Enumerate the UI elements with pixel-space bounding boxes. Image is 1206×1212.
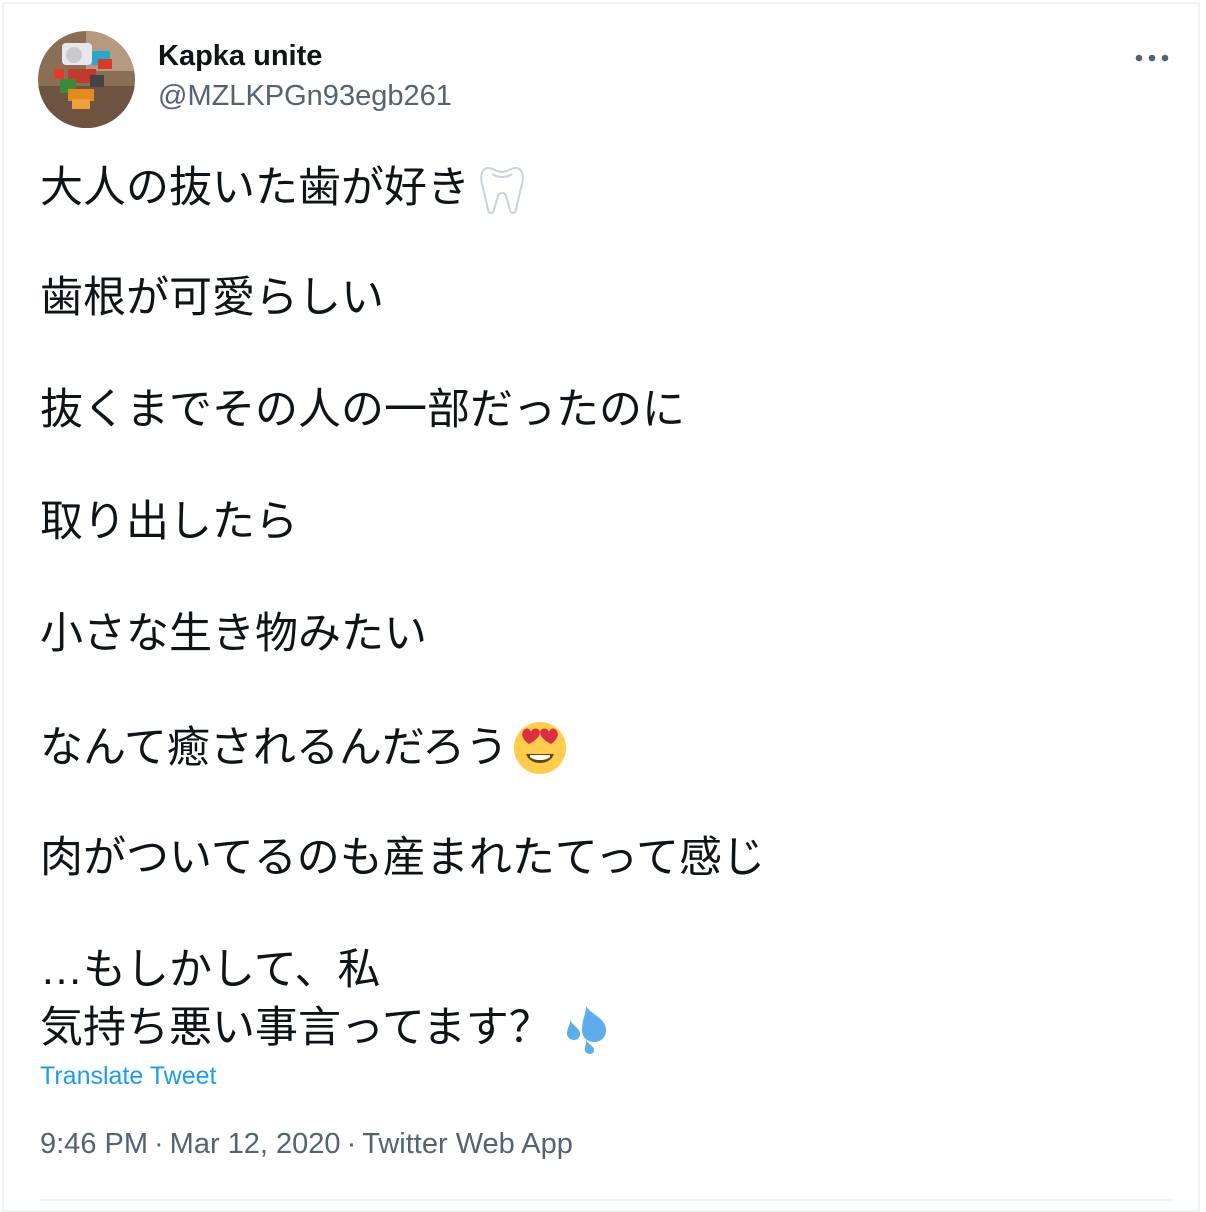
author-handle[interactable]: @MZLKPGn93egb261 bbox=[158, 80, 452, 113]
tweet-line-text: …もしかして、私 bbox=[40, 946, 381, 994]
more-options-button[interactable] bbox=[1130, 40, 1174, 76]
tweet-line: 抜くまでその人の一部だったのに bbox=[40, 384, 685, 436]
divider bbox=[40, 1199, 1172, 1201]
tweet-line: 大人の抜いた歯が好き bbox=[40, 160, 530, 216]
tweet-card: Kapka unite @MZLKPGn93egb261 大人の抜いた歯が好き … bbox=[2, 2, 1200, 1212]
tweet-line-text: 大人の抜いた歯が好き bbox=[40, 164, 470, 212]
tweet-line-text: 抜くまでその人の一部だったのに bbox=[40, 386, 685, 434]
tweet-line: なんて癒されるんだろう bbox=[40, 720, 568, 776]
tweet-line: 歯根が可愛らしい bbox=[40, 272, 384, 324]
tweet-line-text: なんて癒されるんだろう bbox=[40, 724, 509, 772]
tweet-line: 取り出したら bbox=[40, 496, 298, 548]
tweet-line: 気持ち悪い事言ってます？ bbox=[40, 1000, 612, 1056]
tweet-line: …もしかして、私 bbox=[40, 944, 381, 996]
tweet-metadata: 9:46 PM · Mar 12, 2020 · Twitter Web App bbox=[40, 1128, 573, 1161]
tweet-line: 小さな生き物みたい bbox=[40, 608, 427, 660]
tweet-line: 肉がついてるのも産まれたてって感じ bbox=[40, 832, 765, 884]
avatar-image bbox=[38, 31, 135, 128]
heart-eyes-emoji bbox=[514, 722, 567, 774]
more-options-icon bbox=[1135, 54, 1169, 62]
tweet-time: 9:46 PM bbox=[40, 1128, 148, 1160]
tweet-timestamp[interactable]: 9:46 PM · Mar 12, 2020 bbox=[40, 1128, 341, 1160]
tweet-date: Mar 12, 2020 bbox=[169, 1128, 341, 1160]
tweet-line-text: 取り出したら bbox=[40, 498, 298, 546]
tweet-line-text: 気持ち悪い事言ってます？ bbox=[40, 1004, 552, 1052]
tweet-line-text: 歯根が可愛らしい bbox=[40, 274, 384, 322]
tweet-line-text: 肉がついてるのも産まれたてって感じ bbox=[40, 834, 765, 882]
tweet-source[interactable]: Twitter Web App bbox=[362, 1128, 573, 1160]
tweet-line-text: 小さな生き物みたい bbox=[40, 610, 427, 658]
meta-separator: · bbox=[346, 1128, 357, 1160]
tooth-emoji bbox=[480, 166, 524, 214]
avatar[interactable] bbox=[38, 31, 135, 128]
meta-separator: · bbox=[154, 1128, 164, 1160]
sweat-droplets-emoji bbox=[566, 1006, 606, 1054]
translate-tweet-link[interactable]: Translate Tweet bbox=[40, 1062, 216, 1091]
author-display-name[interactable]: Kapka unite bbox=[158, 40, 322, 73]
